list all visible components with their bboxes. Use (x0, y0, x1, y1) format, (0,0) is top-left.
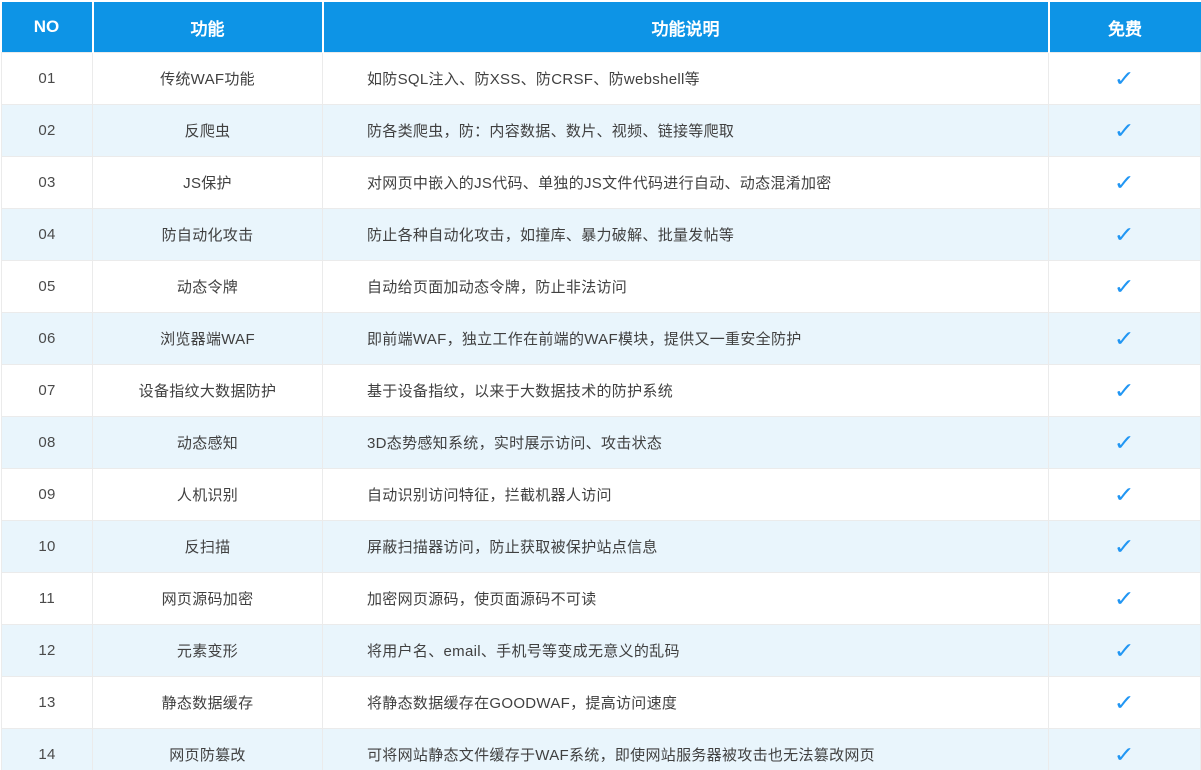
header-description: 功能说明 (323, 2, 1049, 53)
check-icon: ✓ (1114, 224, 1136, 246)
row-description: 基于设备指纹，以来于大数据技术的防护系统 (323, 365, 1049, 417)
row-free-cell: ✓ (1049, 105, 1201, 157)
table-body: 01传统WAF功能如防SQL注入、防XSS、防CRSF、防webshell等✓0… (2, 53, 1201, 770)
check-icon: ✓ (1114, 640, 1136, 662)
check-icon: ✓ (1114, 744, 1136, 766)
page: NO 功能 功能说明 免费 01传统WAF功能如防SQL注入、防XSS、防CRS… (0, 0, 1201, 770)
row-function: 动态令牌 (93, 261, 323, 313)
row-number: 05 (2, 261, 93, 313)
row-description: 加密网页源码，使页面源码不可读 (323, 573, 1049, 625)
row-free-cell: ✓ (1049, 313, 1201, 365)
check-icon: ✓ (1114, 328, 1136, 350)
row-function: 元素变形 (93, 625, 323, 677)
table-row: 05动态令牌自动给页面加动态令牌，防止非法访问 ✓ (2, 261, 1201, 313)
row-free-cell: ✓ (1049, 573, 1201, 625)
row-description: 防止各种自动化攻击，如撞库、暴力破解、批量发帖等 (323, 209, 1049, 261)
row-function: 网页防篡改 (93, 729, 323, 770)
row-free-cell: ✓ (1049, 365, 1201, 417)
row-function: 人机识别 (93, 469, 323, 521)
row-free-cell: ✓ (1049, 677, 1201, 729)
row-number: 07 (2, 365, 93, 417)
row-number: 10 (2, 521, 93, 573)
row-free-cell: ✓ (1049, 521, 1201, 573)
row-description: 对网页中嵌入的JS代码、单独的JS文件代码进行自动、动态混淆加密 (323, 157, 1049, 209)
row-function: 防自动化攻击 (93, 209, 323, 261)
table-row: 03JS保护对网页中嵌入的JS代码、单独的JS文件代码进行自动、动态混淆加密 ✓ (2, 157, 1201, 209)
row-description: 即前端WAF，独立工作在前端的WAF模块，提供又一重安全防护 (323, 313, 1049, 365)
row-number: 08 (2, 417, 93, 469)
row-function: JS保护 (93, 157, 323, 209)
row-number: 14 (2, 729, 93, 770)
check-icon: ✓ (1114, 484, 1136, 506)
row-number: 02 (2, 105, 93, 157)
row-number: 06 (2, 313, 93, 365)
check-icon: ✓ (1114, 692, 1136, 714)
table-row: 04防自动化攻击防止各种自动化攻击，如撞库、暴力破解、批量发帖等 ✓ (2, 209, 1201, 261)
row-free-cell: ✓ (1049, 53, 1201, 105)
check-icon: ✓ (1114, 120, 1136, 142)
row-number: 13 (2, 677, 93, 729)
check-icon: ✓ (1114, 172, 1136, 194)
row-description: 将静态数据缓存在GOODWAF，提高访问速度 (323, 677, 1049, 729)
row-number: 01 (2, 53, 93, 105)
row-free-cell: ✓ (1049, 417, 1201, 469)
table-row: 09人机识别自动识别访问特征，拦截机器人访问 ✓ (2, 469, 1201, 521)
row-number: 09 (2, 469, 93, 521)
row-description: 自动给页面加动态令牌，防止非法访问 (323, 261, 1049, 313)
row-description: 将用户名、email、手机号等变成无意义的乱码 (323, 625, 1049, 677)
table-row: 08动态感知3D态势感知系统，实时展示访问、攻击状态 ✓ (2, 417, 1201, 469)
table-row: 06浏览器端WAF即前端WAF，独立工作在前端的WAF模块，提供又一重安全防护 ✓ (2, 313, 1201, 365)
header-free: 免费 (1049, 2, 1201, 53)
row-description: 如防SQL注入、防XSS、防CRSF、防webshell等 (323, 53, 1049, 105)
row-description: 屏蔽扫描器访问，防止获取被保护站点信息 (323, 521, 1049, 573)
check-icon: ✓ (1114, 588, 1136, 610)
header-row: NO 功能 功能说明 免费 (2, 2, 1201, 53)
table-row: 13静态数据缓存将静态数据缓存在GOODWAF，提高访问速度 ✓ (2, 677, 1201, 729)
row-description: 可将网站静态文件缓存于WAF系统，即使网站服务器被攻击也无法篡改网页 (323, 729, 1049, 770)
row-free-cell: ✓ (1049, 625, 1201, 677)
row-free-cell: ✓ (1049, 469, 1201, 521)
row-description: 自动识别访问特征，拦截机器人访问 (323, 469, 1049, 521)
table-row: 02反爬虫防各类爬虫，防：内容数据、数片、视频、链接等爬取 ✓ (2, 105, 1201, 157)
row-number: 12 (2, 625, 93, 677)
check-icon: ✓ (1114, 380, 1136, 402)
row-description: 防各类爬虫，防：内容数据、数片、视频、链接等爬取 (323, 105, 1049, 157)
check-icon: ✓ (1114, 536, 1136, 558)
feature-table: NO 功能 功能说明 免费 01传统WAF功能如防SQL注入、防XSS、防CRS… (1, 2, 1201, 770)
row-free-cell: ✓ (1049, 729, 1201, 770)
table-row: 14网页防篡改可将网站静态文件缓存于WAF系统，即使网站服务器被攻击也无法篡改网… (2, 729, 1201, 770)
row-function: 设备指纹大数据防护 (93, 365, 323, 417)
row-function: 浏览器端WAF (93, 313, 323, 365)
row-function: 网页源码加密 (93, 573, 323, 625)
row-function: 传统WAF功能 (93, 53, 323, 105)
row-function: 反爬虫 (93, 105, 323, 157)
table-row: 01传统WAF功能如防SQL注入、防XSS、防CRSF、防webshell等 ✓ (2, 53, 1201, 105)
row-number: 04 (2, 209, 93, 261)
row-number: 11 (2, 573, 93, 625)
row-description: 3D态势感知系统，实时展示访问、攻击状态 (323, 417, 1049, 469)
row-function: 反扫描 (93, 521, 323, 573)
row-number: 03 (2, 157, 93, 209)
row-function: 静态数据缓存 (93, 677, 323, 729)
table-row: 07设备指纹大数据防护基于设备指纹，以来于大数据技术的防护系统 ✓ (2, 365, 1201, 417)
table-row: 10反扫描屏蔽扫描器访问，防止获取被保护站点信息 ✓ (2, 521, 1201, 573)
header-function: 功能 (93, 2, 323, 53)
row-free-cell: ✓ (1049, 157, 1201, 209)
table-row: 12元素变形将用户名、email、手机号等变成无意义的乱码 ✓ (2, 625, 1201, 677)
table-row: 11网页源码加密加密网页源码，使页面源码不可读 ✓ (2, 573, 1201, 625)
row-function: 动态感知 (93, 417, 323, 469)
header-no: NO (2, 2, 93, 53)
check-icon: ✓ (1114, 276, 1136, 298)
row-free-cell: ✓ (1049, 209, 1201, 261)
check-icon: ✓ (1114, 68, 1136, 90)
check-icon: ✓ (1114, 432, 1136, 454)
row-free-cell: ✓ (1049, 261, 1201, 313)
